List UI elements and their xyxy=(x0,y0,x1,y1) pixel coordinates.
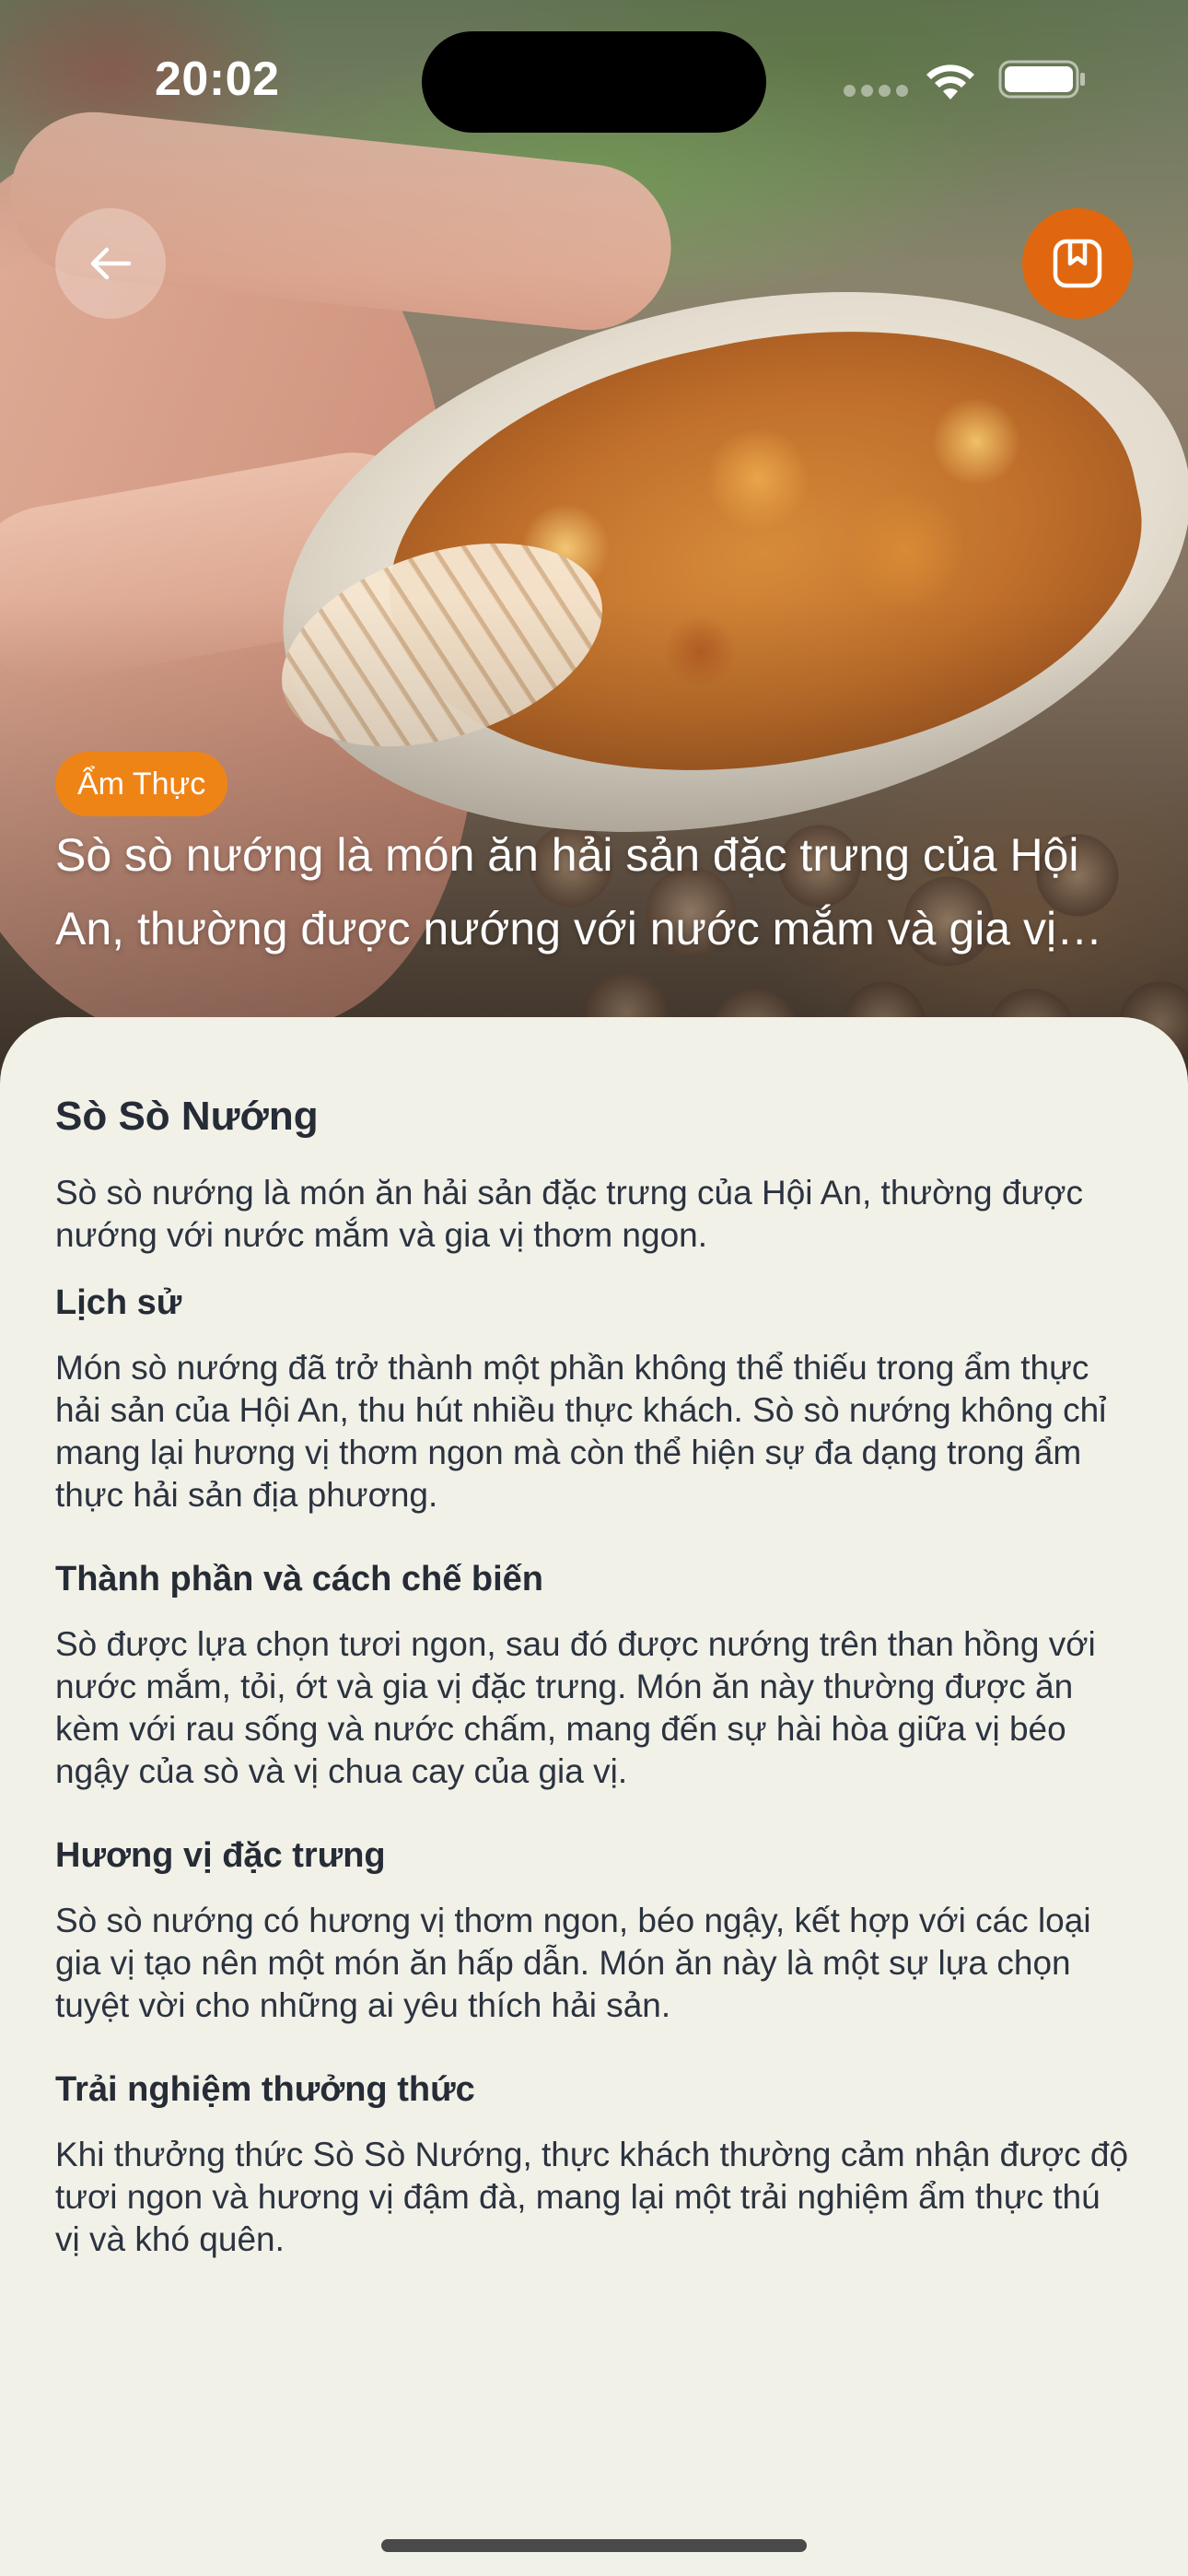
cellular-signal-icon xyxy=(844,85,908,98)
section-body: Khi thưởng thức Sò Sò Nướng, thực khách … xyxy=(55,2136,1129,2258)
hero-summary: Sò sò nướng là món ăn hải sản đặc trưng … xyxy=(55,829,1079,954)
dynamic-island xyxy=(422,31,766,133)
section-heading: Lịch sử xyxy=(55,1283,182,1322)
section-body: Sò sò nướng có hương vị thơm ngon, béo n… xyxy=(55,1902,1091,2024)
section-body: Món sò nướng đã trở thành một phần không… xyxy=(55,1349,1107,1514)
bookmark-icon xyxy=(1053,239,1102,288)
section-flavor: Hương vị đặc trưng Sò sò nướng có hương … xyxy=(55,1833,1133,2027)
article-detail-screen: 20:02 Ẩm Thực Sò sò nướng là món ăn hải … xyxy=(0,0,1188,2576)
section-experience: Trải nghiệm thưởng thức Khi thưởng thức … xyxy=(55,2067,1133,2261)
section-heading: Hương vị đặc trưng xyxy=(55,1836,386,1875)
arrow-left-icon xyxy=(90,247,132,280)
home-indicator[interactable] xyxy=(381,2539,807,2552)
bookmark-button[interactable] xyxy=(1022,208,1133,319)
article-title: Sò Sò Nướng xyxy=(55,1094,319,1139)
wifi-icon xyxy=(926,64,974,100)
back-button[interactable] xyxy=(55,208,166,319)
category-badge[interactable]: Ẩm Thực xyxy=(55,752,228,816)
section-history: Lịch sử Món sò nướng đã trở thành một ph… xyxy=(55,1281,1133,1516)
article-body: Sò Sò Nướng Sò sò nướng là món ăn hải sả… xyxy=(55,1091,1133,2261)
article-intro: Sò sò nướng là món ăn hải sản đặc trưng … xyxy=(55,1174,1083,1254)
battery-icon xyxy=(998,60,1085,99)
section-heading: Trải nghiệm thưởng thức xyxy=(55,2070,475,2109)
section-ingredients: Thành phần và cách chế biến Sò được lựa … xyxy=(55,1557,1133,1793)
section-body: Sò được lựa chọn tươi ngon, sau đó được … xyxy=(55,1625,1096,1790)
status-time: 20:02 xyxy=(155,53,280,106)
content-sheet: Sò Sò Nướng Sò sò nướng là món ăn hải sả… xyxy=(0,1017,1188,2576)
section-heading: Thành phần và cách chế biến xyxy=(55,1560,544,1598)
